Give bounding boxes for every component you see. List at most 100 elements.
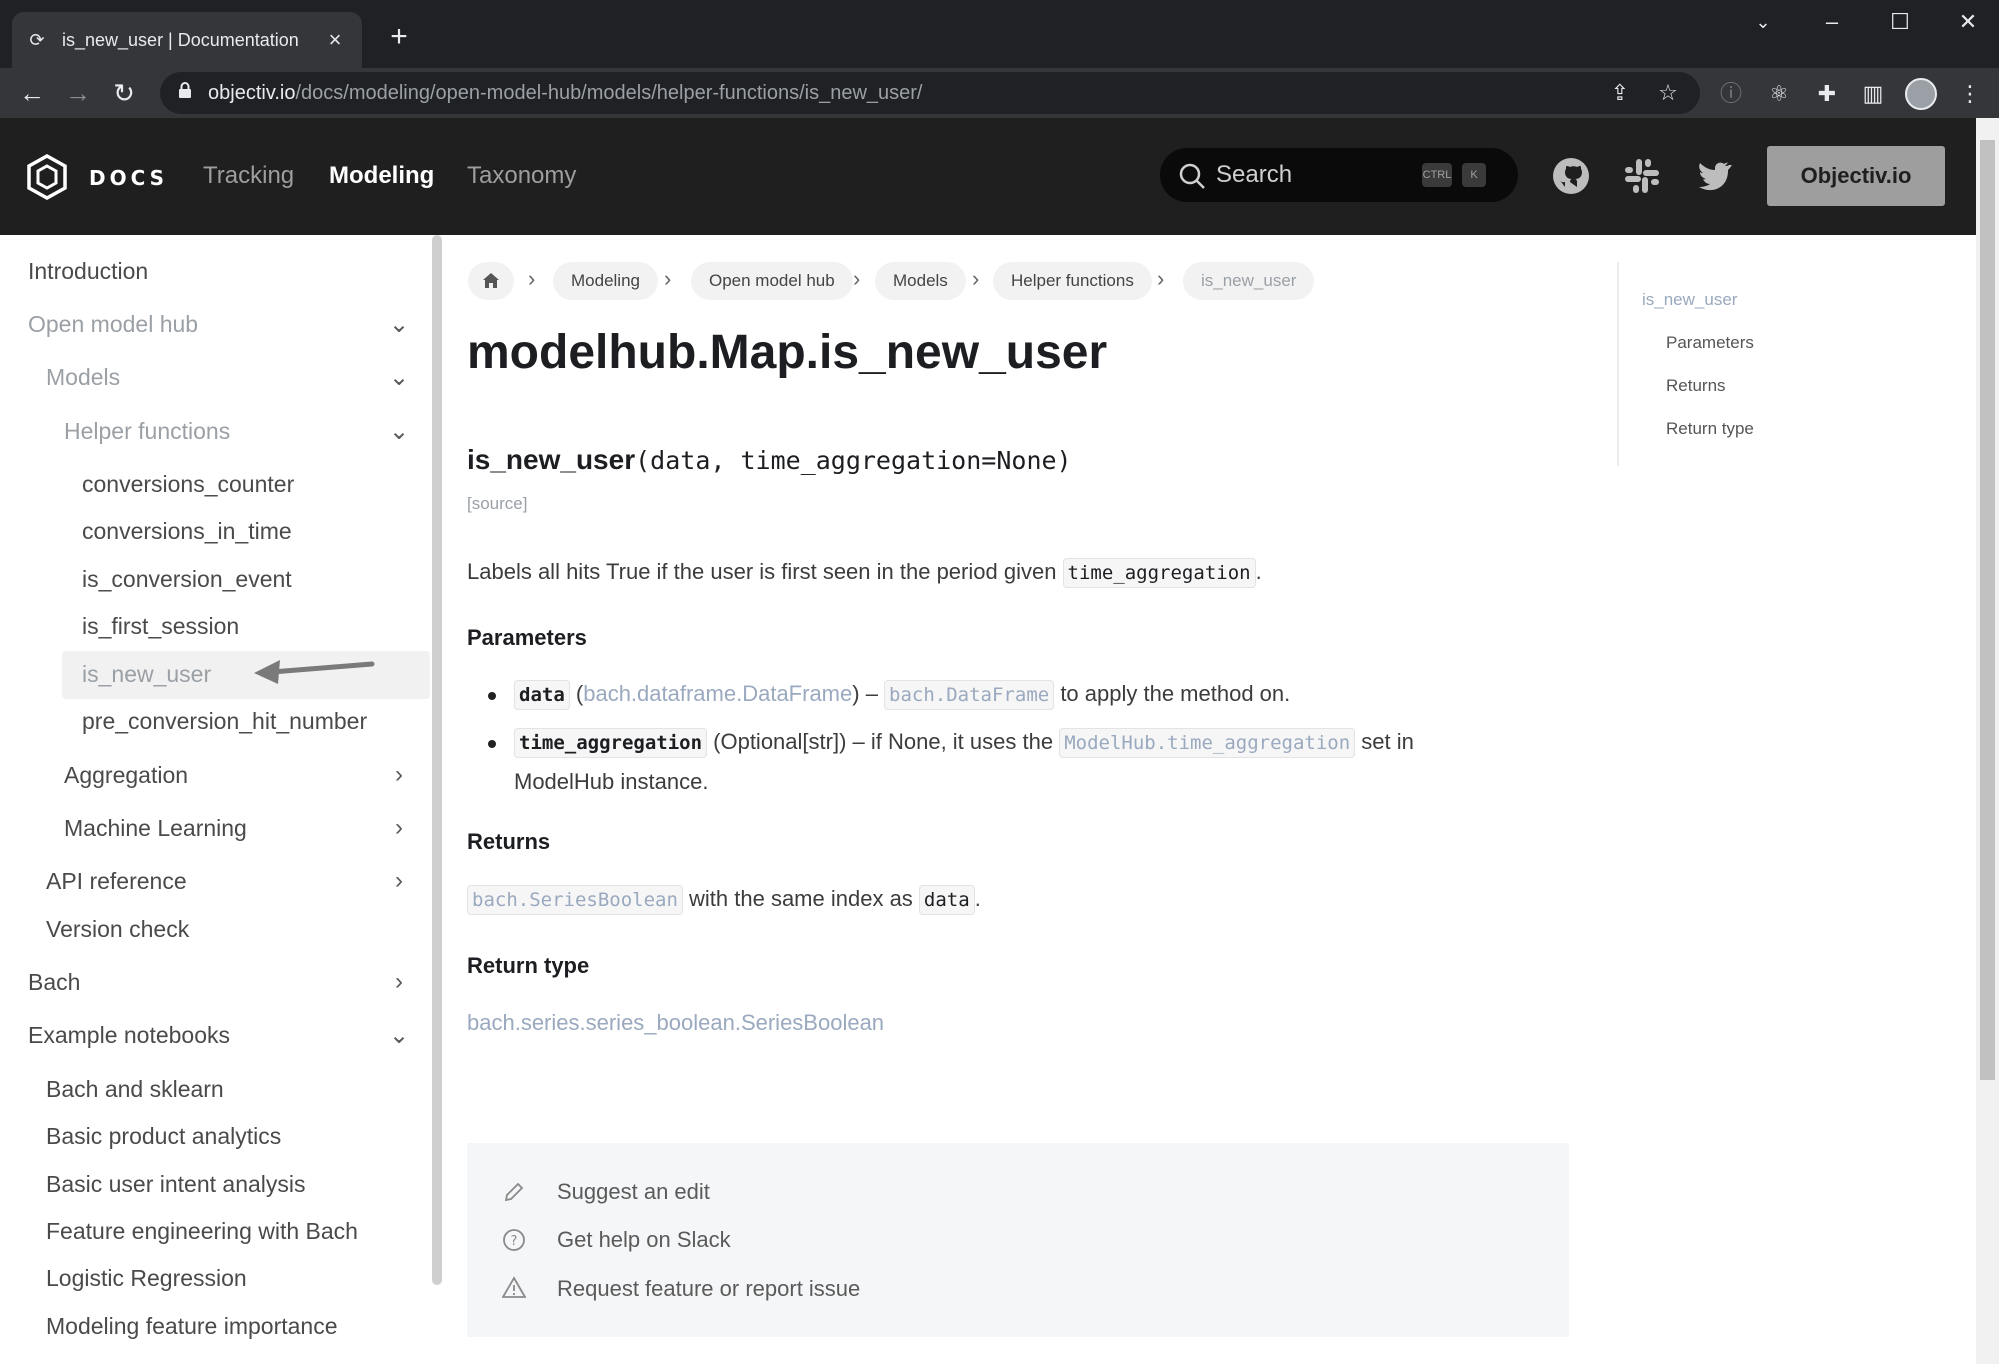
maximize-icon[interactable]: ☐ (1880, 8, 1920, 36)
home-icon (483, 273, 499, 288)
logo-text[interactable]: DOCS (89, 166, 168, 190)
browser-tab-strip: ⟳ is_new_user | Documentation × + ⌄ – ☐ … (0, 0, 1999, 68)
breadcrumb-modeling[interactable]: Modeling (553, 262, 658, 300)
svg-text:?: ? (511, 1234, 518, 1249)
sidebar-item-pre-conversion-hit-number[interactable]: pre_conversion_hit_number (82, 708, 367, 735)
sidebar-item-basic-user-intent-analysis[interactable]: Basic user intent analysis (46, 1171, 306, 1198)
back-arrow-icon[interactable]: ← (14, 76, 50, 110)
request-feature-link[interactable]: Request feature or report issue (557, 1276, 860, 1302)
new-tab-icon[interactable]: + (382, 20, 416, 54)
nav-modeling[interactable]: Modeling (329, 162, 434, 190)
sidebar-item-api-reference[interactable]: API reference (46, 868, 187, 895)
sidebar-item-is-new-user[interactable]: is_new_user (82, 661, 211, 688)
address-bar[interactable]: objectiv.io/docs/modeling/open-model-hub… (160, 72, 1700, 114)
toc-item-returns[interactable]: Returns (1666, 376, 1726, 396)
sidebar-item-machine-learning[interactable]: Machine Learning (64, 815, 247, 842)
toc-item-return-type[interactable]: Return type (1666, 419, 1754, 439)
github-icon[interactable] (1551, 156, 1591, 196)
minimize-icon[interactable]: – (1812, 8, 1852, 36)
bullet-icon (488, 740, 496, 748)
close-window-icon[interactable]: ✕ (1948, 8, 1988, 36)
slack-icon[interactable] (1622, 156, 1662, 196)
tab-close-icon[interactable]: × (322, 27, 348, 53)
sidebar-item-version-check[interactable]: Version check (46, 916, 189, 943)
toc-item-parameters[interactable]: Parameters (1666, 333, 1754, 353)
twitter-icon[interactable] (1693, 156, 1733, 196)
function-name: is_new_user (467, 444, 636, 475)
sidebar-item-conversions-in-time[interactable]: conversions_in_time (82, 518, 292, 545)
lock-icon (179, 82, 191, 98)
sidebar-item-is-first-session[interactable]: is_first_session (82, 613, 239, 640)
url-text: objectiv.io/docs/modeling/open-model-hub… (208, 82, 923, 104)
param-code-link[interactable]: ModelHub.time_aggregation (1059, 728, 1356, 758)
get-help-slack-link[interactable]: Get help on Slack (557, 1227, 731, 1253)
search-icon (1179, 163, 1205, 189)
breadcrumb-models[interactable]: Models (875, 262, 966, 300)
browser-toolbar: ← → ↻ objectiv.io/docs/modeling/open-mod… (0, 68, 1999, 118)
chrome-menu-icon[interactable]: ⋮ (1955, 80, 1985, 108)
search-button[interactable]: Search CTRL K (1160, 148, 1518, 202)
suggest-edit-link[interactable]: Suggest an edit (557, 1179, 710, 1205)
function-signature: is_new_user(data, time_aggregation=None) (467, 444, 1072, 476)
chevron-right-icon[interactable]: › (386, 868, 412, 894)
nav-taxonomy[interactable]: Taxonomy (467, 162, 576, 190)
returns-code-link[interactable]: bach.SeriesBoolean (467, 885, 683, 915)
sidebar-item-models[interactable]: Models (46, 364, 120, 391)
toc-divider (1617, 262, 1619, 466)
chevron-down-icon[interactable]: ⌄ (386, 365, 412, 391)
chevron-right-icon[interactable]: › (386, 969, 412, 995)
forward-arrow-icon[interactable]: → (60, 76, 96, 110)
tab-search-icon[interactable]: ⌄ (1743, 8, 1783, 36)
chevron-down-icon[interactable]: ⌄ (386, 1023, 412, 1049)
chevron-down-icon[interactable]: ⌄ (386, 312, 412, 338)
sidebar-item-feature-engineering[interactable]: Feature engineering with Bach (46, 1218, 358, 1245)
sidebar-item-open-model-hub[interactable]: Open model hub (28, 311, 198, 338)
bookmark-star-icon[interactable]: ☆ (1654, 80, 1682, 106)
param-type-link[interactable]: bach.dataframe.DataFrame (583, 681, 852, 706)
breadcrumb-helper-functions[interactable]: Helper functions (993, 262, 1152, 300)
returns-text: bach.SeriesBoolean with the same index a… (467, 885, 981, 915)
source-link[interactable]: [source] (467, 494, 527, 514)
sidebar-item-bach[interactable]: Bach (28, 969, 80, 996)
sidebar-item-is-conversion-event[interactable]: is_conversion_event (82, 566, 292, 593)
sidebar-item-helper-functions[interactable]: Helper functions (64, 418, 230, 445)
sidebar-item-basic-product-analytics[interactable]: Basic product analytics (46, 1123, 281, 1150)
kbd-ctrl: CTRL (1422, 163, 1452, 187)
breadcrumb-separator-icon: › (972, 266, 980, 291)
objectiv-io-button[interactable]: Objectiv.io (1767, 146, 1945, 206)
search-placeholder: Search (1216, 161, 1293, 188)
sidebar-item-example-notebooks[interactable]: Example notebooks (28, 1022, 230, 1049)
objectiv-logo-icon[interactable] (26, 154, 68, 200)
param-code-link[interactable]: bach.DataFrame (884, 680, 1055, 710)
sidebar-item-conversions-counter[interactable]: conversions_counter (82, 471, 294, 498)
sidebar-item-logistic-regression[interactable]: Logistic Regression (46, 1265, 247, 1292)
share-icon[interactable]: ⇪ (1606, 80, 1634, 106)
sidebar-item-modeling-feature-importance[interactable]: Modeling feature importance (46, 1313, 338, 1340)
breadcrumb-separator-icon: › (528, 266, 536, 291)
sidebar-item-bach-and-sklearn[interactable]: Bach and sklearn (46, 1076, 224, 1103)
sidebar-scrollbar[interactable] (432, 235, 442, 1285)
breadcrumb-home[interactable] (468, 262, 514, 300)
breadcrumb-current: is_new_user (1183, 262, 1315, 300)
info-icon[interactable]: ⓘ (1716, 80, 1746, 108)
page-scrollbar-thumb[interactable] (1980, 140, 1995, 1080)
breadcrumb-open-model-hub[interactable]: Open model hub (691, 262, 853, 300)
react-devtools-icon[interactable]: ⚛ (1764, 80, 1794, 108)
profile-avatar[interactable] (1905, 78, 1937, 110)
return-type-link[interactable]: bach.series.series_boolean.SeriesBoolean (467, 1010, 884, 1036)
chevron-down-icon[interactable]: ⌄ (386, 419, 412, 445)
chevron-right-icon[interactable]: › (386, 762, 412, 788)
toc-item-is-new-user[interactable]: is_new_user (1642, 290, 1737, 310)
sidebar-item-aggregation[interactable]: Aggregation (64, 762, 188, 789)
side-panel-icon[interactable]: ▥ (1858, 80, 1888, 108)
sidebar-item-introduction[interactable]: Introduction (28, 258, 148, 285)
function-args: (data, time_aggregation=None) (635, 446, 1072, 475)
site-header: DOCS Tracking Modeling Taxonomy Search C… (0, 118, 1976, 235)
nav-tracking[interactable]: Tracking (203, 162, 294, 190)
chevron-right-icon[interactable]: › (386, 815, 412, 841)
browser-tab[interactable]: ⟳ is_new_user | Documentation × (12, 12, 362, 68)
extensions-puzzle-icon[interactable]: ✚ (1812, 80, 1842, 108)
return-type-heading: Return type (467, 953, 590, 978)
parameters-heading: Parameters (467, 625, 587, 650)
reload-icon[interactable]: ↻ (106, 76, 142, 110)
